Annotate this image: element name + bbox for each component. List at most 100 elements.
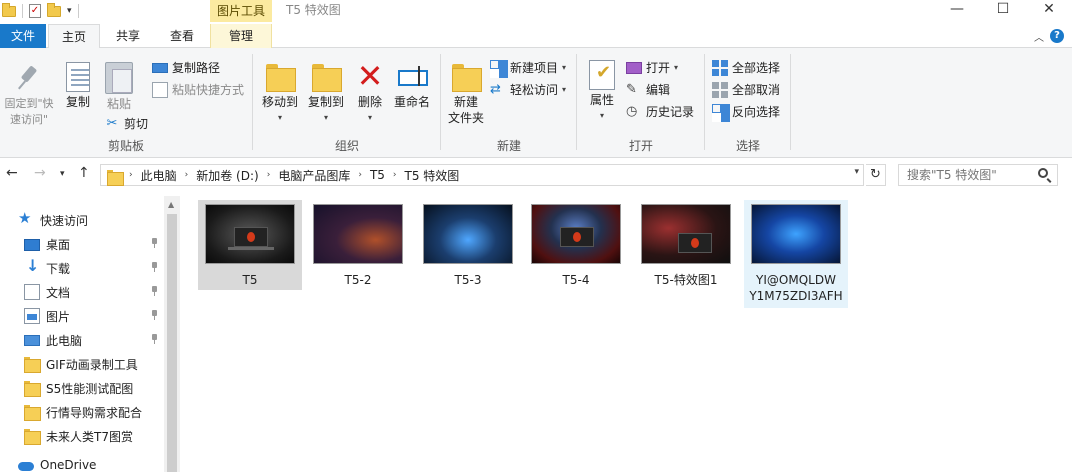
chevron-down-icon: ▾ xyxy=(599,111,604,120)
breadcrumb-t5[interactable]: T5 xyxy=(370,168,385,182)
new-group-label: 新建 xyxy=(496,139,521,153)
delete-button[interactable]: ✕ 删除 ▾ xyxy=(354,60,386,126)
nav-item-onedrive[interactable]: OneDrive xyxy=(18,458,182,472)
folder-icon xyxy=(2,2,16,17)
nav-item-quick-access[interactable]: 快速访问 xyxy=(18,208,182,232)
customize-toolbar-icon[interactable]: ▾ xyxy=(67,6,72,16)
group-divider xyxy=(252,54,253,150)
move-to-button[interactable]: ← 移动到 ▾ xyxy=(258,60,302,126)
file-tile[interactable]: T5-特效图1 xyxy=(634,200,738,290)
organize-group-label: 组织 xyxy=(334,139,359,153)
nav-item-label: GIF动画录制工具 xyxy=(46,357,138,372)
tab-share[interactable]: 共享 xyxy=(102,24,154,48)
collapse-ribbon-icon[interactable]: ︿ xyxy=(1034,29,1044,44)
group-divider xyxy=(440,54,441,150)
copy-button[interactable]: 复制 xyxy=(60,62,96,110)
search-icon[interactable] xyxy=(1038,168,1048,178)
cut-label: 剪切 xyxy=(124,117,149,131)
navigation-scrollbar[interactable]: ▲ xyxy=(164,196,180,472)
chevron-right-icon[interactable]: › xyxy=(185,170,189,180)
select-none-icon xyxy=(712,82,728,98)
recent-locations-chevron-icon[interactable]: ▾ xyxy=(60,169,65,179)
breadcrumb-this-pc[interactable]: 此电脑 xyxy=(141,167,177,184)
image-thumbnail xyxy=(751,204,841,264)
open-button[interactable]: 打开 ▾ xyxy=(626,58,678,78)
nav-item-folder[interactable]: S5性能测试配图 xyxy=(24,376,164,400)
new-folder-button[interactable]: 新建 文件夹 xyxy=(444,60,488,126)
tab-home[interactable]: 主页 xyxy=(48,24,100,49)
copy-path-button[interactable]: 复制路径 xyxy=(152,58,220,78)
nav-item-label: 桌面 xyxy=(46,237,71,252)
chevron-right-icon[interactable]: › xyxy=(393,170,397,180)
breadcrumb-drive[interactable]: 新加卷 (D:) xyxy=(196,167,258,184)
file-name: T5-4 xyxy=(562,273,590,287)
select-none-button[interactable]: 全部取消 xyxy=(712,80,780,100)
file-tile[interactable]: T5-2 xyxy=(306,200,410,290)
paste-button[interactable]: 粘贴 xyxy=(100,62,138,112)
copy-to-label: 复制到 xyxy=(307,95,344,109)
file-tile[interactable]: YI@OMQLDW Y1M75ZDI3AFH xyxy=(744,200,848,308)
nav-item-label: 此电脑 xyxy=(46,333,83,348)
help-icon[interactable]: ? xyxy=(1050,29,1064,43)
select-all-button[interactable]: 全部选择 xyxy=(712,58,780,78)
up-arrow-icon[interactable]: ↑ xyxy=(78,165,90,181)
close-button[interactable]: ✕ xyxy=(1026,0,1072,22)
nav-item-documents[interactable]: 文档 xyxy=(24,280,164,304)
back-arrow-icon[interactable]: ← xyxy=(6,165,18,181)
nav-item-label: OneDrive xyxy=(40,458,97,472)
file-tile[interactable]: T5-4 xyxy=(524,200,628,290)
copy-to-icon xyxy=(310,60,342,92)
tab-manage[interactable]: 管理 xyxy=(210,24,272,48)
history-button[interactable]: ◷ 历史记录 xyxy=(626,102,694,122)
scroll-up-icon[interactable]: ▲ xyxy=(168,200,174,209)
organize-group: ← 移动到 ▾ 复制到 ▾ ✕ 删除 ▾ 重命名 组织 xyxy=(254,52,440,156)
invert-selection-button[interactable]: 反向选择 xyxy=(712,102,780,122)
address-dropdown-icon[interactable]: ▾ xyxy=(854,167,859,177)
desktop-icon xyxy=(24,239,40,251)
chevron-right-icon[interactable]: › xyxy=(129,170,133,180)
pin-to-quick-access-button[interactable]: 固定到"快速访问" xyxy=(0,62,58,128)
cut-button[interactable]: ✂ 剪切 xyxy=(104,114,148,134)
history-clock-icon: ◷ xyxy=(626,104,638,119)
breadcrumb-current[interactable]: T5 特效图 xyxy=(405,167,460,184)
paste-icon xyxy=(105,62,133,94)
group-divider xyxy=(790,54,791,150)
paste-shortcut-button[interactable]: 粘贴快捷方式 xyxy=(152,80,244,100)
nav-item-downloads[interactable]: 下载 xyxy=(24,256,164,280)
nav-item-folder[interactable]: GIF动画录制工具 xyxy=(24,352,164,376)
chevron-right-icon[interactable]: › xyxy=(358,170,362,180)
scroll-thumb[interactable] xyxy=(167,214,177,472)
nav-item-folder[interactable]: 行情导购需求配合 xyxy=(24,400,164,424)
address-bar[interactable]: › 此电脑 › 新加卷 (D:) › 电脑产品图库 › T5 › T5 特效图 … xyxy=(100,164,864,186)
new-item-button[interactable]: 新建项目 ▾ xyxy=(490,58,566,78)
refresh-icon[interactable]: ↻ xyxy=(866,164,886,186)
rename-button[interactable]: 重命名 xyxy=(390,60,434,110)
new-folder-icon[interactable] xyxy=(47,2,61,17)
tab-view[interactable]: 查看 xyxy=(156,24,208,48)
tab-file[interactable]: 文件 xyxy=(0,24,46,48)
nav-item-this-pc[interactable]: 此电脑 xyxy=(24,328,164,352)
cloud-icon xyxy=(18,458,34,472)
pin-icon xyxy=(13,62,45,94)
properties-button[interactable]: 属性 ▾ xyxy=(584,60,620,124)
breadcrumb-gallery[interactable]: 电脑产品图库 xyxy=(278,167,350,184)
chevron-right-icon[interactable]: › xyxy=(267,170,271,180)
minimize-button[interactable]: — xyxy=(934,0,980,22)
nav-item-folder[interactable]: 未来人类T7图赏 xyxy=(24,424,164,448)
file-tile[interactable]: T5-3 xyxy=(416,200,520,290)
forward-arrow-icon[interactable]: → xyxy=(34,165,46,181)
maximize-button[interactable]: ☐ xyxy=(980,0,1026,22)
ribbon-tabs: 文件 主页 共享 查看 管理 ︿ ? xyxy=(0,24,1072,49)
properties-check-icon[interactable]: ✓ xyxy=(29,4,41,18)
copy-to-button[interactable]: 复制到 ▾ xyxy=(304,60,348,126)
easy-access-button[interactable]: ⇄ 轻松访问 ▾ xyxy=(490,80,566,100)
file-tile[interactable]: T5 xyxy=(198,200,302,290)
rename-icon xyxy=(396,60,428,92)
invert-selection-icon xyxy=(712,104,728,120)
nav-item-pictures[interactable]: 图片 xyxy=(24,304,164,328)
copy-path-icon xyxy=(152,63,168,73)
nav-item-desktop[interactable]: 桌面 xyxy=(24,232,164,256)
search-input[interactable] xyxy=(898,164,1058,186)
edit-button[interactable]: ✎ 编辑 xyxy=(626,80,670,100)
easy-access-label: 轻松访问 xyxy=(510,83,559,97)
